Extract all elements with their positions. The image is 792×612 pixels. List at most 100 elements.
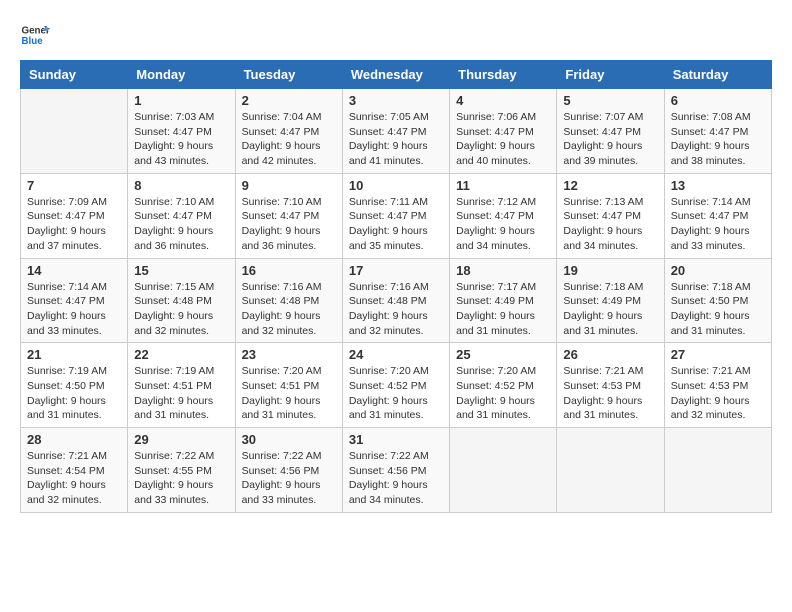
sunset-time: Sunset: 4:52 PM <box>349 380 427 392</box>
sunrise-time: Sunrise: 7:17 AM <box>456 281 536 293</box>
logo: General Blue <box>20 20 50 50</box>
daylight-hours: Daylight: 9 hours and 33 minutes. <box>671 225 750 252</box>
sunset-time: Sunset: 4:47 PM <box>349 126 427 138</box>
calendar-day-cell: 22 Sunrise: 7:19 AM Sunset: 4:51 PM Dayl… <box>128 343 235 428</box>
calendar-day-cell: 15 Sunrise: 7:15 AM Sunset: 4:48 PM Dayl… <box>128 258 235 343</box>
day-number: 18 <box>456 263 550 278</box>
calendar-day-cell <box>557 428 664 513</box>
calendar-day-cell: 2 Sunrise: 7:04 AM Sunset: 4:47 PM Dayli… <box>235 89 342 174</box>
weekday-header: Wednesday <box>342 61 449 89</box>
day-number: 29 <box>134 432 228 447</box>
calendar-day-cell: 28 Sunrise: 7:21 AM Sunset: 4:54 PM Dayl… <box>21 428 128 513</box>
daylight-hours: Daylight: 9 hours and 31 minutes. <box>671 310 750 337</box>
page-header: General Blue <box>20 20 772 50</box>
calendar-day-cell: 18 Sunrise: 7:17 AM Sunset: 4:49 PM Dayl… <box>450 258 557 343</box>
calendar-day-cell: 25 Sunrise: 7:20 AM Sunset: 4:52 PM Dayl… <box>450 343 557 428</box>
sunset-time: Sunset: 4:47 PM <box>456 210 534 222</box>
sunrise-time: Sunrise: 7:16 AM <box>242 281 322 293</box>
day-info: Sunrise: 7:22 AM Sunset: 4:56 PM Dayligh… <box>349 449 443 508</box>
day-info: Sunrise: 7:08 AM Sunset: 4:47 PM Dayligh… <box>671 110 765 169</box>
day-info: Sunrise: 7:05 AM Sunset: 4:47 PM Dayligh… <box>349 110 443 169</box>
calendar-day-cell: 4 Sunrise: 7:06 AM Sunset: 4:47 PM Dayli… <box>450 89 557 174</box>
sunset-time: Sunset: 4:47 PM <box>349 210 427 222</box>
sunset-time: Sunset: 4:48 PM <box>349 295 427 307</box>
day-number: 25 <box>456 347 550 362</box>
sunset-time: Sunset: 4:49 PM <box>563 295 641 307</box>
calendar-day-cell: 11 Sunrise: 7:12 AM Sunset: 4:47 PM Dayl… <box>450 173 557 258</box>
day-number: 16 <box>242 263 336 278</box>
day-number: 10 <box>349 178 443 193</box>
calendar-day-cell <box>664 428 771 513</box>
calendar-table: SundayMondayTuesdayWednesdayThursdayFrid… <box>20 60 772 513</box>
day-info: Sunrise: 7:04 AM Sunset: 4:47 PM Dayligh… <box>242 110 336 169</box>
daylight-hours: Daylight: 9 hours and 31 minutes. <box>456 395 535 422</box>
calendar-day-cell: 27 Sunrise: 7:21 AM Sunset: 4:53 PM Dayl… <box>664 343 771 428</box>
sunrise-time: Sunrise: 7:18 AM <box>563 281 643 293</box>
sunrise-time: Sunrise: 7:18 AM <box>671 281 751 293</box>
calendar-day-cell: 1 Sunrise: 7:03 AM Sunset: 4:47 PM Dayli… <box>128 89 235 174</box>
calendar-day-cell: 13 Sunrise: 7:14 AM Sunset: 4:47 PM Dayl… <box>664 173 771 258</box>
sunrise-time: Sunrise: 7:21 AM <box>563 365 643 377</box>
day-info: Sunrise: 7:12 AM Sunset: 4:47 PM Dayligh… <box>456 195 550 254</box>
day-number: 30 <box>242 432 336 447</box>
logo-icon: General Blue <box>20 20 50 50</box>
day-info: Sunrise: 7:21 AM Sunset: 4:53 PM Dayligh… <box>671 364 765 423</box>
sunset-time: Sunset: 4:50 PM <box>27 380 105 392</box>
daylight-hours: Daylight: 9 hours and 36 minutes. <box>134 225 213 252</box>
day-number: 7 <box>27 178 121 193</box>
daylight-hours: Daylight: 9 hours and 32 minutes. <box>134 310 213 337</box>
sunset-time: Sunset: 4:56 PM <box>242 465 320 477</box>
day-info: Sunrise: 7:09 AM Sunset: 4:47 PM Dayligh… <box>27 195 121 254</box>
day-number: 3 <box>349 93 443 108</box>
calendar-week-row: 7 Sunrise: 7:09 AM Sunset: 4:47 PM Dayli… <box>21 173 772 258</box>
daylight-hours: Daylight: 9 hours and 33 minutes. <box>27 310 106 337</box>
day-number: 1 <box>134 93 228 108</box>
calendar-day-cell: 23 Sunrise: 7:20 AM Sunset: 4:51 PM Dayl… <box>235 343 342 428</box>
svg-text:Blue: Blue <box>22 36 44 47</box>
day-number: 17 <box>349 263 443 278</box>
day-number: 22 <box>134 347 228 362</box>
day-number: 31 <box>349 432 443 447</box>
sunset-time: Sunset: 4:51 PM <box>134 380 212 392</box>
daylight-hours: Daylight: 9 hours and 33 minutes. <box>242 479 321 506</box>
daylight-hours: Daylight: 9 hours and 31 minutes. <box>349 395 428 422</box>
sunset-time: Sunset: 4:47 PM <box>27 210 105 222</box>
calendar-day-cell: 6 Sunrise: 7:08 AM Sunset: 4:47 PM Dayli… <box>664 89 771 174</box>
daylight-hours: Daylight: 9 hours and 41 minutes. <box>349 140 428 167</box>
day-info: Sunrise: 7:13 AM Sunset: 4:47 PM Dayligh… <box>563 195 657 254</box>
daylight-hours: Daylight: 9 hours and 31 minutes. <box>563 395 642 422</box>
sunrise-time: Sunrise: 7:11 AM <box>349 196 428 208</box>
daylight-hours: Daylight: 9 hours and 31 minutes. <box>242 395 321 422</box>
sunset-time: Sunset: 4:47 PM <box>456 126 534 138</box>
sunrise-time: Sunrise: 7:21 AM <box>27 450 107 462</box>
sunset-time: Sunset: 4:55 PM <box>134 465 212 477</box>
day-info: Sunrise: 7:21 AM Sunset: 4:53 PM Dayligh… <box>563 364 657 423</box>
day-info: Sunrise: 7:14 AM Sunset: 4:47 PM Dayligh… <box>27 280 121 339</box>
calendar-day-cell: 7 Sunrise: 7:09 AM Sunset: 4:47 PM Dayli… <box>21 173 128 258</box>
calendar-day-cell: 14 Sunrise: 7:14 AM Sunset: 4:47 PM Dayl… <box>21 258 128 343</box>
sunset-time: Sunset: 4:47 PM <box>563 126 641 138</box>
calendar-day-cell: 8 Sunrise: 7:10 AM Sunset: 4:47 PM Dayli… <box>128 173 235 258</box>
calendar-day-cell: 21 Sunrise: 7:19 AM Sunset: 4:50 PM Dayl… <box>21 343 128 428</box>
daylight-hours: Daylight: 9 hours and 39 minutes. <box>563 140 642 167</box>
weekday-header: Saturday <box>664 61 771 89</box>
day-number: 6 <box>671 93 765 108</box>
day-number: 15 <box>134 263 228 278</box>
day-number: 20 <box>671 263 765 278</box>
sunset-time: Sunset: 4:47 PM <box>27 295 105 307</box>
sunrise-time: Sunrise: 7:22 AM <box>134 450 214 462</box>
day-info: Sunrise: 7:17 AM Sunset: 4:49 PM Dayligh… <box>456 280 550 339</box>
daylight-hours: Daylight: 9 hours and 43 minutes. <box>134 140 213 167</box>
day-info: Sunrise: 7:15 AM Sunset: 4:48 PM Dayligh… <box>134 280 228 339</box>
day-info: Sunrise: 7:10 AM Sunset: 4:47 PM Dayligh… <box>134 195 228 254</box>
day-number: 4 <box>456 93 550 108</box>
sunrise-time: Sunrise: 7:06 AM <box>456 111 536 123</box>
daylight-hours: Daylight: 9 hours and 42 minutes. <box>242 140 321 167</box>
calendar-day-cell: 29 Sunrise: 7:22 AM Sunset: 4:55 PM Dayl… <box>128 428 235 513</box>
day-number: 11 <box>456 178 550 193</box>
calendar-day-cell: 31 Sunrise: 7:22 AM Sunset: 4:56 PM Dayl… <box>342 428 449 513</box>
calendar-day-cell: 19 Sunrise: 7:18 AM Sunset: 4:49 PM Dayl… <box>557 258 664 343</box>
weekday-header: Thursday <box>450 61 557 89</box>
sunrise-time: Sunrise: 7:12 AM <box>456 196 536 208</box>
daylight-hours: Daylight: 9 hours and 40 minutes. <box>456 140 535 167</box>
